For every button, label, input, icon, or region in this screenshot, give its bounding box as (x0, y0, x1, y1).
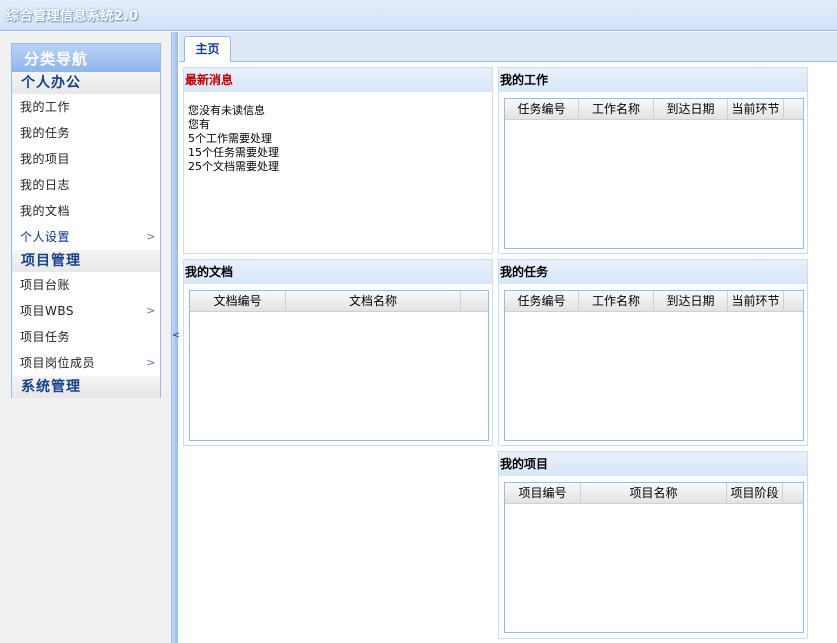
column-header[interactable]: 任务编号 (505, 291, 579, 312)
nav-item-my-projects[interactable]: 我的项目 (12, 146, 160, 172)
west-region: 分类导航 个人办公 我的工作 我的任务 我的项目 我的日志 我的文档 个人设置 >… (0, 32, 171, 643)
my-tasks-grid: 任务编号 工作名称 到达日期 当前环节 (504, 290, 804, 441)
nav-item-my-logs[interactable]: 我的日志 (12, 172, 160, 198)
column-header[interactable]: 当前环节 (728, 291, 784, 312)
nav-panel: 分类导航 个人办公 我的工作 我的任务 我的项目 我的日志 我的文档 个人设置 >… (11, 43, 161, 398)
app-title: 综合管理信息系统2.0 (6, 9, 139, 24)
column-header[interactable]: 到达日期 (654, 99, 728, 120)
news-messages: 您没有未读信息 您有 5个工作需要处理 15个任务需要处理 25个文档需要处理 (184, 92, 492, 253)
column-header[interactable]: 到达日期 (654, 291, 728, 312)
west-splitter[interactable]: < (171, 32, 180, 643)
nav-item-label: 我的日志 (20, 178, 71, 192)
news-line: 15个任务需要处理 (188, 146, 279, 159)
column-header[interactable]: 文档名称 (286, 291, 461, 312)
nav-item-label: 个人设置 (20, 230, 71, 244)
collapse-left-icon[interactable]: < (172, 330, 180, 342)
nav-item-label: 我的文档 (20, 204, 71, 218)
nav-item-project-ledger[interactable]: 项目台账 (12, 272, 160, 298)
nav-item-project-wbs[interactable]: 项目WBS > (12, 298, 160, 324)
column-header[interactable]: 工作名称 (579, 99, 654, 120)
nav-item-label: 项目任务 (20, 330, 71, 344)
nav-item-label: 我的任务 (20, 126, 71, 140)
grid-header: 任务编号 工作名称 到达日期 当前环节 (505, 291, 803, 312)
nav-item-label: 项目WBS (20, 304, 75, 318)
column-header[interactable]: 项目编号 (505, 483, 581, 504)
nav-item-label: 我的项目 (20, 152, 71, 166)
portlet-my-documents: 我的文档 文档编号 文档名称 (183, 259, 493, 446)
portlet-my-projects: 我的项目 项目编号 项目名称 项目阶段 (498, 451, 808, 639)
column-header[interactable]: 当前环节 (728, 99, 784, 120)
news-line: 您有 (188, 118, 210, 131)
nav-item-label: 项目台账 (20, 278, 71, 292)
my-projects-grid: 项目编号 项目名称 项目阶段 (504, 482, 804, 633)
nav-item-project-tasks[interactable]: 项目任务 (12, 324, 160, 350)
portlet-my-tasks-title: 我的任务 (499, 260, 807, 284)
nav-item-project-members[interactable]: 项目岗位成员 > (12, 350, 160, 376)
portlet-my-projects-title: 我的项目 (499, 452, 807, 476)
nav-group-personal-office[interactable]: 个人办公 (12, 72, 160, 94)
column-header[interactable]: 任务编号 (505, 99, 579, 120)
tab-bar: 主页 (179, 32, 837, 63)
column-header[interactable]: 文档编号 (190, 291, 286, 312)
chevron-right-icon: > (146, 304, 156, 317)
grid-header: 任务编号 工作名称 到达日期 当前环节 (505, 99, 803, 120)
nav-item-my-work[interactable]: 我的工作 (12, 94, 160, 120)
nav-group-project-management[interactable]: 项目管理 (12, 250, 160, 272)
chevron-right-icon: > (146, 356, 156, 369)
home-content: 最新消息 您没有未读信息 您有 5个工作需要处理 15个任务需要处理 25个文档… (179, 62, 837, 643)
nav-group-system-management[interactable]: 系统管理 (12, 376, 160, 398)
column-header[interactable]: 工作名称 (579, 291, 654, 312)
nav-item-personal-settings[interactable]: 个人设置 > (12, 224, 160, 250)
portlet-my-tasks: 我的任务 任务编号 工作名称 到达日期 当前环节 (498, 259, 808, 446)
nav-panel-title: 分类导航 (12, 44, 160, 72)
grid-header: 项目编号 项目名称 项目阶段 (505, 483, 803, 504)
news-line: 25个文档需要处理 (188, 160, 279, 173)
chevron-right-icon: > (146, 230, 156, 243)
portlet-my-work: 我的工作 任务编号 工作名称 到达日期 当前环节 (498, 67, 808, 254)
my-documents-grid: 文档编号 文档名称 (189, 290, 489, 441)
app-header: 综合管理信息系统2.0 (0, 0, 837, 31)
my-work-grid: 任务编号 工作名称 到达日期 当前环节 (504, 98, 804, 249)
tab-home[interactable]: 主页 (184, 36, 231, 63)
portlet-news: 最新消息 您没有未读信息 您有 5个工作需要处理 15个任务需要处理 25个文档… (183, 67, 493, 254)
nav-item-my-tasks[interactable]: 我的任务 (12, 120, 160, 146)
grid-header: 文档编号 文档名称 (190, 291, 488, 312)
nav-item-label: 我的工作 (20, 100, 71, 114)
nav-item-label: 项目岗位成员 (20, 356, 96, 370)
column-header[interactable]: 项目阶段 (727, 483, 783, 504)
nav-item-my-documents[interactable]: 我的文档 (12, 198, 160, 224)
column-header[interactable]: 项目名称 (581, 483, 727, 504)
portlet-news-title: 最新消息 (184, 68, 492, 92)
portlet-my-documents-title: 我的文档 (184, 260, 492, 284)
news-line: 5个工作需要处理 (188, 132, 272, 145)
portlet-my-work-title: 我的工作 (499, 68, 807, 92)
news-line: 您没有未读信息 (188, 104, 265, 117)
